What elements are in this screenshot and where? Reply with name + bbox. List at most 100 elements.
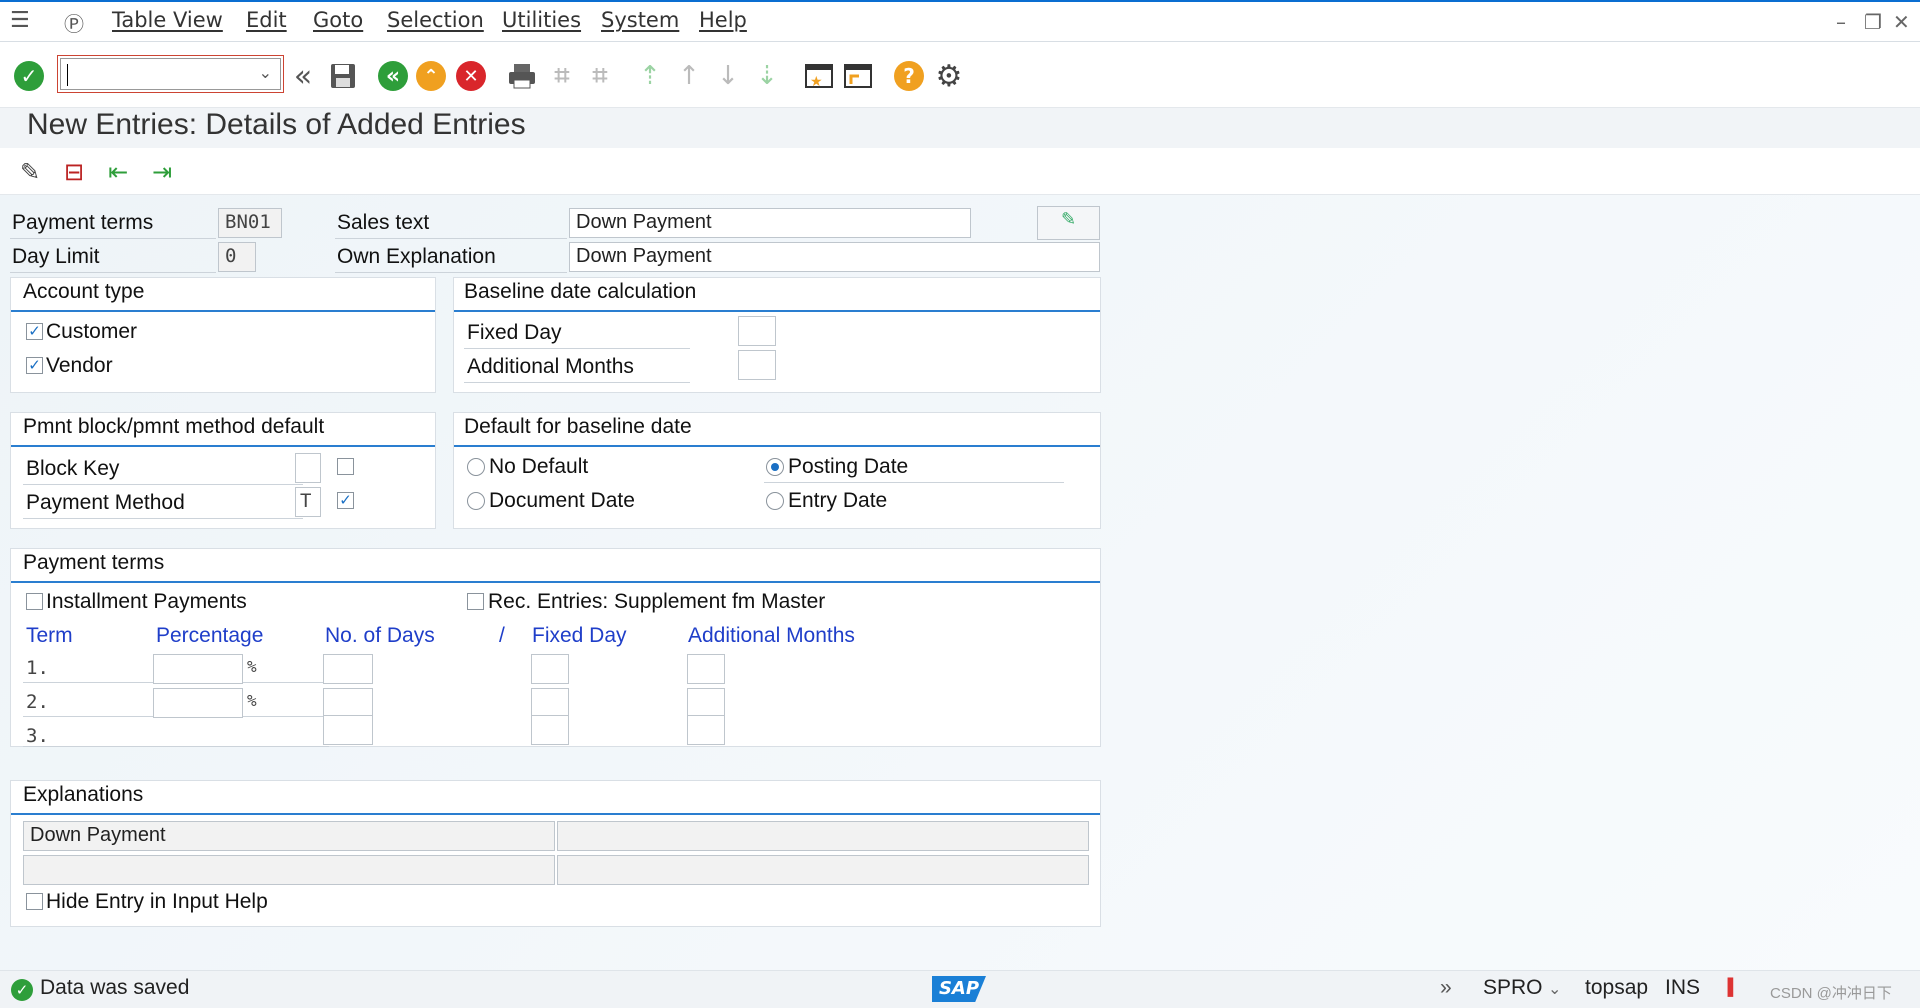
no-of-days-input-3[interactable] (323, 715, 373, 745)
collapse-button[interactable]: « (286, 59, 320, 94)
settings-button[interactable]: ⚙ (932, 59, 966, 94)
vendor-checkbox[interactable]: ✓ (26, 357, 43, 374)
previous-page-button[interactable]: ↑ (672, 59, 706, 93)
entry-date-radio[interactable] (766, 492, 784, 510)
own-explanation-label: Own Explanation (337, 245, 496, 268)
sales-text-field[interactable]: Down Payment (569, 208, 971, 238)
first-page-icon: ⇡ (639, 61, 661, 91)
percentage-input-1[interactable] (153, 654, 243, 684)
additional-months-label: Additional Months (467, 355, 634, 378)
generate-shortcut-button[interactable] (841, 59, 875, 93)
rec-entries-label: Rec. Entries: Supplement fm Master (488, 590, 826, 613)
next-entry-icon[interactable]: ⇥ (152, 158, 172, 186)
find-next-button[interactable]: ⌗ (583, 59, 617, 93)
additional-months-input-3[interactable] (687, 715, 725, 745)
back-button[interactable]: « (376, 59, 410, 93)
transaction-code[interactable]: SPRO (1483, 976, 1543, 1000)
explanation-line-2-right (557, 855, 1089, 885)
menu-icon[interactable]: ☰ (10, 8, 30, 33)
additional-months-column-header: Additional Months (688, 624, 855, 647)
fixed-day-input-1[interactable] (531, 654, 569, 684)
percentage-input-2[interactable] (153, 688, 243, 718)
save-button[interactable] (326, 59, 360, 93)
parking-icon[interactable]: Ⓟ (64, 8, 84, 37)
binoculars-icon: ⌗ (554, 60, 570, 91)
no-of-days-input-1[interactable] (323, 654, 373, 684)
rec-entries-checkbox[interactable] (467, 593, 484, 610)
hide-entry-label: Hide Entry in Input Help (46, 890, 268, 913)
previous-entry-icon[interactable]: ⇤ (108, 158, 128, 186)
last-page-button[interactable]: ⇣ (750, 59, 784, 93)
chevron-down-icon[interactable]: ⌄ (1548, 979, 1561, 999)
group-divider (11, 813, 1100, 815)
baseline-calc-group: Baseline date calculation Fixed Day Addi… (453, 277, 1101, 393)
delete-icon[interactable]: ⊟ (64, 158, 84, 186)
menu-utilities[interactable]: Utilities (502, 8, 581, 32)
vendor-label: Vendor (46, 354, 113, 377)
entry-date-label: Entry Date (788, 489, 888, 512)
block-key-checkbox[interactable] (337, 458, 354, 475)
no-default-radio[interactable] (467, 458, 485, 476)
day-limit-label: Day Limit (12, 245, 100, 268)
create-shortcut-button[interactable]: ★ (802, 59, 836, 93)
day-limit-field[interactable]: 0 (218, 242, 256, 272)
additional-months-field[interactable] (738, 350, 776, 380)
installment-payments-checkbox[interactable] (26, 593, 43, 610)
additional-months-input-2[interactable] (687, 688, 725, 718)
document-date-label: Document Date (489, 489, 635, 512)
chevron-down-icon[interactable]: ⌄ (259, 63, 272, 82)
payment-terms-group: Payment terms Installment Payments Rec. … (10, 548, 1101, 747)
payment-method-field[interactable]: T (295, 487, 321, 517)
cancel-button[interactable]: ✕ (454, 59, 488, 93)
input-mode[interactable]: INS (1665, 976, 1700, 1000)
hide-entry-checkbox[interactable] (26, 893, 43, 910)
status-message[interactable]: Data was saved (40, 976, 189, 1000)
first-page-button[interactable]: ⇡ (633, 59, 667, 93)
menu-help[interactable]: Help (699, 8, 747, 32)
new-window-icon: ★ (805, 64, 833, 90)
group-divider (11, 581, 1100, 583)
find-button[interactable]: ⌗ (545, 59, 579, 93)
menu-goto[interactable]: Goto (313, 8, 363, 32)
posting-date-underline (764, 482, 1064, 483)
additional-months-underline (464, 382, 690, 383)
success-icon: ✓ (11, 979, 33, 1001)
exit-button[interactable]: ⌃ (414, 59, 448, 93)
restore-icon[interactable]: ❐ (1864, 10, 1882, 34)
slash-column-header: / (499, 624, 505, 647)
payment-terms-field[interactable]: BN01 (218, 208, 282, 238)
print-icon (509, 64, 535, 89)
next-page-button[interactable]: ↓ (711, 59, 745, 93)
payment-method-checkbox[interactable]: ✓ (337, 492, 354, 509)
menu-edit[interactable]: Edit (246, 8, 287, 32)
main-content: Payment terms BN01 Day Limit 0 Sales tex… (0, 195, 1920, 970)
document-date-radio[interactable] (467, 492, 485, 510)
command-field[interactable]: ⌄ (57, 55, 284, 93)
expand-status-icon[interactable]: » (1440, 976, 1452, 1000)
status-separator-icon: ▐ (1722, 979, 1734, 996)
menu-table-view[interactable]: Table View (112, 8, 223, 32)
command-input[interactable]: ⌄ (60, 58, 281, 90)
own-explanation-field[interactable]: Down Payment (569, 242, 1100, 272)
group-divider (11, 310, 435, 312)
enter-button[interactable]: ✓ (12, 59, 46, 93)
menu-selection[interactable]: Selection (387, 8, 484, 32)
additional-months-input-1[interactable] (687, 654, 725, 684)
customer-checkbox[interactable]: ✓ (26, 323, 43, 340)
long-text-button[interactable]: ✎ (1037, 206, 1100, 240)
display-change-icon[interactable]: ✎ (20, 158, 40, 186)
account-type-title: Account type (23, 280, 145, 303)
menu-system[interactable]: System (601, 8, 679, 32)
fixed-day-input-2[interactable] (531, 688, 569, 718)
block-key-field[interactable] (295, 453, 321, 483)
fixed-day-input-3[interactable] (531, 715, 569, 745)
help-button[interactable]: ? (892, 59, 926, 93)
close-window-icon[interactable]: ✕ (1893, 10, 1910, 34)
posting-date-radio[interactable] (766, 458, 784, 476)
last-page-icon: ⇣ (756, 61, 778, 91)
fixed-day-field[interactable] (738, 316, 776, 346)
payment-method-label: Payment Method (26, 491, 185, 514)
minimize-icon[interactable]: – (1836, 10, 1846, 34)
print-button[interactable] (505, 59, 539, 93)
no-of-days-input-2[interactable] (323, 688, 373, 718)
